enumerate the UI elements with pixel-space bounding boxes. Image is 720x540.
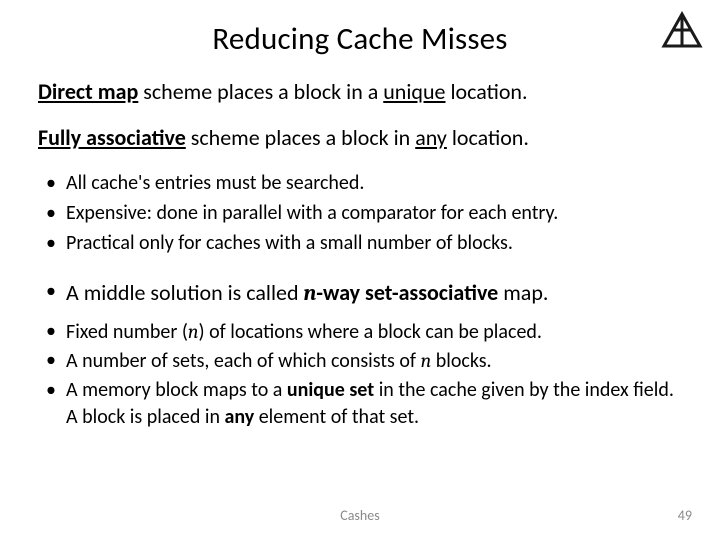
list-item: A memory block maps to a unique set in t…	[38, 377, 682, 432]
fully-associative-paragraph: Fully associative scheme places a block …	[38, 124, 682, 152]
list-item: Fixed number (n) of locations where a bl…	[38, 318, 682, 347]
middle-solution-paragraph: A middle solution is called n-way set-as…	[38, 279, 682, 308]
slide: Reducing Cache Misses Direct map scheme …	[0, 0, 720, 540]
text: A number of sets, each of which consists…	[66, 349, 421, 373]
slide-title: Reducing Cache Misses	[38, 20, 682, 58]
any-term: any	[224, 405, 254, 429]
list-item: All cache's entries must be searched.	[38, 169, 682, 197]
n-variable: n	[303, 280, 316, 306]
text: location.	[445, 78, 527, 105]
unique-term: unique	[383, 78, 445, 105]
unique-set-term: unique set	[287, 378, 374, 402]
text: location.	[447, 124, 529, 151]
list-item: Expensive: done in parallel with a compa…	[38, 199, 682, 227]
technion-logo	[660, 10, 704, 54]
list-item: Practical only for caches with a small n…	[38, 229, 682, 257]
text: blocks.	[431, 349, 491, 373]
text: ) of locations where a block can be plac…	[199, 320, 542, 344]
page-number: 49	[678, 507, 692, 524]
direct-map-paragraph: Direct map scheme places a block in a un…	[38, 78, 682, 106]
fully-associative-bullets: All cache's entries must be searched. Ex…	[38, 169, 682, 257]
text: element of that set.	[254, 405, 419, 429]
fully-associative-term: Fully associative	[38, 124, 186, 151]
direct-map-term: Direct map	[38, 78, 138, 105]
text: scheme places a block in a	[138, 78, 383, 105]
n-variable: n	[421, 349, 432, 372]
n-variable: n	[188, 320, 199, 343]
text: scheme places a block in	[186, 124, 415, 151]
set-associative-term: -way set-associative	[316, 279, 498, 306]
text: A middle solution is called	[66, 279, 303, 306]
footer-label: Cashes	[0, 507, 720, 524]
text: A memory block maps to a	[66, 378, 287, 402]
any-term: any	[415, 124, 447, 151]
set-associative-bullets: Fixed number (n) of locations where a bl…	[38, 318, 682, 432]
list-item: A number of sets, each of which consists…	[38, 347, 682, 376]
text: map.	[498, 279, 548, 306]
text: Fixed number (	[66, 320, 188, 344]
